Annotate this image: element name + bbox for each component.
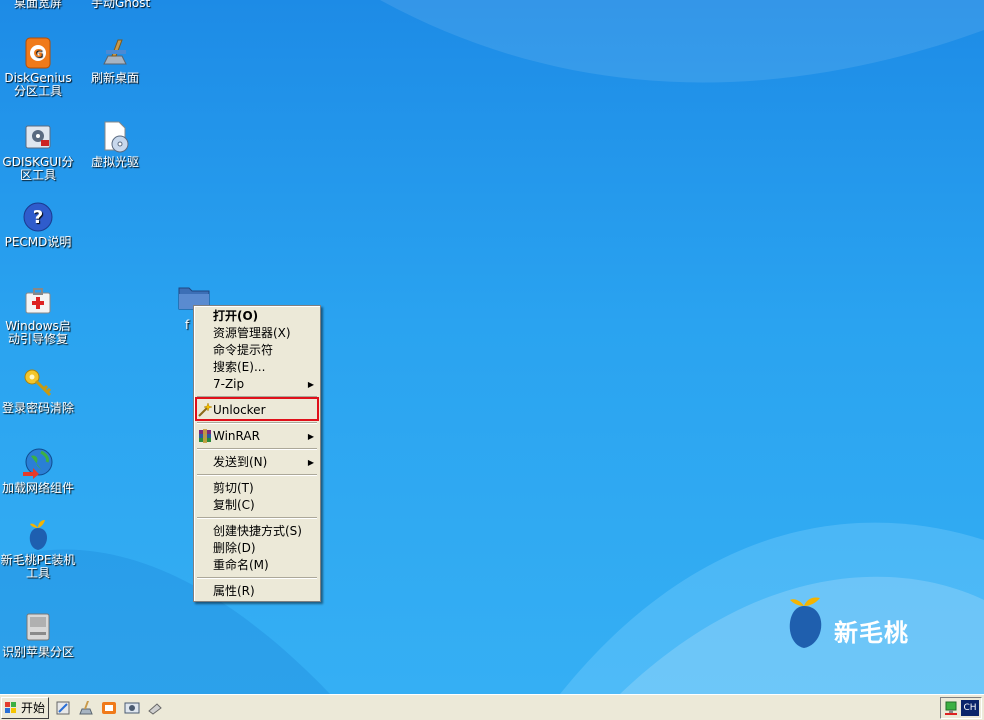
menu-item-label: 创建快捷方式(S) xyxy=(213,524,302,538)
menu-item-command-prompt[interactable]: 命令提示符 xyxy=(197,342,317,359)
menu-item-explorer[interactable]: 资源管理器(X) xyxy=(197,325,317,342)
winrar-icon xyxy=(199,429,211,443)
desktop-icon-label: PECMD说明 xyxy=(4,235,72,249)
menu-item-label: 发送到(N) xyxy=(213,455,268,469)
submenu-arrow-icon: ▶ xyxy=(307,380,314,389)
menu-separator xyxy=(197,474,317,476)
menu-item-label: Unlocker xyxy=(213,403,266,417)
menu-item-open[interactable]: 打开(O) xyxy=(197,308,317,325)
menu-item-unlocker[interactable]: Unlocker xyxy=(197,402,317,419)
desktop-icon-label: 刷新桌面 xyxy=(90,71,139,85)
svg-text:G: G xyxy=(33,47,42,60)
desktop-icon-pecmd-help[interactable]: ? PECMD说明 xyxy=(0,200,76,249)
menu-separator xyxy=(197,448,317,450)
refresh-desktop-icon xyxy=(103,39,127,65)
context-menu: 打开(O) 资源管理器(X) 命令提示符 搜索(E)... 7-Zip ▶ Unl… xyxy=(193,305,321,602)
quicklaunch-folder-icon[interactable] xyxy=(101,700,117,716)
quicklaunch-refresh-icon[interactable] xyxy=(78,700,94,716)
svg-text:?: ? xyxy=(33,207,43,228)
quicklaunch-screenshot-icon[interactable] xyxy=(124,700,140,716)
menu-separator xyxy=(197,396,317,398)
menu-item-label: 重命名(M) xyxy=(213,558,269,572)
desktop-icon-network[interactable]: 加载网络组件 xyxy=(0,446,76,495)
desktop-icon-virtual-drive[interactable]: 虚拟光驱 xyxy=(77,120,153,169)
menu-separator xyxy=(197,577,317,579)
desktop-icon-label: 虚拟光驱 xyxy=(90,155,139,169)
start-button[interactable]: 开始 xyxy=(1,697,49,719)
boot-repair-icon xyxy=(25,288,51,314)
menu-item-label: WinRAR xyxy=(213,429,260,443)
desktop-icon-label: 加载网络组件 xyxy=(1,481,74,495)
desktop-icon-apple-partition[interactable]: 识别苹果分区 xyxy=(0,610,76,659)
menu-separator xyxy=(197,422,317,424)
menu-item-label: 剪切(T) xyxy=(213,481,254,495)
desktop-icon-label: Windows启动引导修复 xyxy=(5,319,71,346)
menu-item-delete[interactable]: 删除(D) xyxy=(197,540,317,557)
menu-item-label: 删除(D) xyxy=(213,541,256,555)
menu-item-label: 属性(R) xyxy=(213,584,255,598)
network-globe-icon xyxy=(23,448,53,479)
ime-indicator[interactable]: CH xyxy=(961,700,979,716)
wallpaper xyxy=(0,0,984,694)
folder-label: f xyxy=(185,318,190,332)
desktop-icon-label: 新毛桃PE装机工具 xyxy=(0,553,76,580)
menu-separator xyxy=(197,517,317,519)
submenu-arrow-icon: ▶ xyxy=(307,432,314,441)
desktop-icon-pe-installer[interactable]: 新毛桃PE装机工具 xyxy=(0,518,76,580)
desktop-icon-boot-repair[interactable]: Windows启动引导修复 xyxy=(0,284,76,346)
menu-item-send-to[interactable]: 发送到(N) ▶ xyxy=(197,454,317,471)
network-tray-icon[interactable] xyxy=(943,700,959,716)
quicklaunch-drive-icon[interactable] xyxy=(147,700,163,716)
desktop-icon-password-clear[interactable]: 登录密码清除 xyxy=(0,366,76,415)
desktop-icon-label-cut: 手动Ghost xyxy=(91,0,151,10)
windows-logo-icon xyxy=(5,702,16,713)
brand-text: 新毛桃 xyxy=(834,619,909,647)
key-icon xyxy=(24,369,52,397)
menu-item-rename[interactable]: 重命名(M) xyxy=(197,557,317,574)
desktop-icon-refresh[interactable]: 刷新桌面 xyxy=(77,36,153,85)
quicklaunch-tool-icon[interactable] xyxy=(55,700,71,716)
desktop-icon-diskgenius[interactable]: G DiskGenius分区工具 xyxy=(0,36,76,98)
peach-icon xyxy=(29,520,48,550)
menu-item-label: 7-Zip xyxy=(213,377,245,391)
menu-item-copy[interactable]: 复制(C) xyxy=(197,497,317,514)
menu-item-7zip[interactable]: 7-Zip ▶ xyxy=(197,376,317,393)
menu-item-create-shortcut[interactable]: 创建快捷方式(S) xyxy=(197,523,317,540)
menu-item-label: 搜索(E)... xyxy=(213,360,266,374)
gdiskgui-icon xyxy=(25,125,51,149)
virtual-drive-icon xyxy=(104,121,129,153)
unlocker-wand-icon xyxy=(198,403,212,417)
desktop-icon-label: DiskGenius分区工具 xyxy=(4,71,72,98)
menu-item-label: 打开(O) xyxy=(213,309,259,323)
help-icon: ? xyxy=(23,202,53,232)
diskgenius-icon: G xyxy=(25,37,51,69)
menu-item-search[interactable]: 搜索(E)... xyxy=(197,359,317,376)
start-label: 开始 xyxy=(21,701,46,715)
taskbar: 开始 CH xyxy=(0,694,984,720)
menu-item-properties[interactable]: 属性(R) xyxy=(197,583,317,600)
desktop-icon-label: 登录密码清除 xyxy=(1,401,74,415)
desktop-icon-label-cut: 桌面宽屏 xyxy=(14,0,63,10)
system-tray: CH xyxy=(940,697,982,719)
desktop-icon-label: 识别苹果分区 xyxy=(1,645,74,659)
menu-item-winrar[interactable]: WinRAR ▶ xyxy=(197,428,317,445)
menu-item-cut[interactable]: 剪切(T) xyxy=(197,480,317,497)
submenu-arrow-icon: ▶ xyxy=(307,458,314,467)
menu-item-label: 命令提示符 xyxy=(213,343,274,357)
drive-icon xyxy=(26,613,50,641)
menu-item-label: 复制(C) xyxy=(213,498,255,512)
desktop-icon-label: GDISKGUI分区工具 xyxy=(2,155,74,182)
desktop-icon-gdiskgui[interactable]: GDISKGUI分区工具 xyxy=(0,120,76,182)
menu-item-label: 资源管理器(X) xyxy=(213,326,291,340)
